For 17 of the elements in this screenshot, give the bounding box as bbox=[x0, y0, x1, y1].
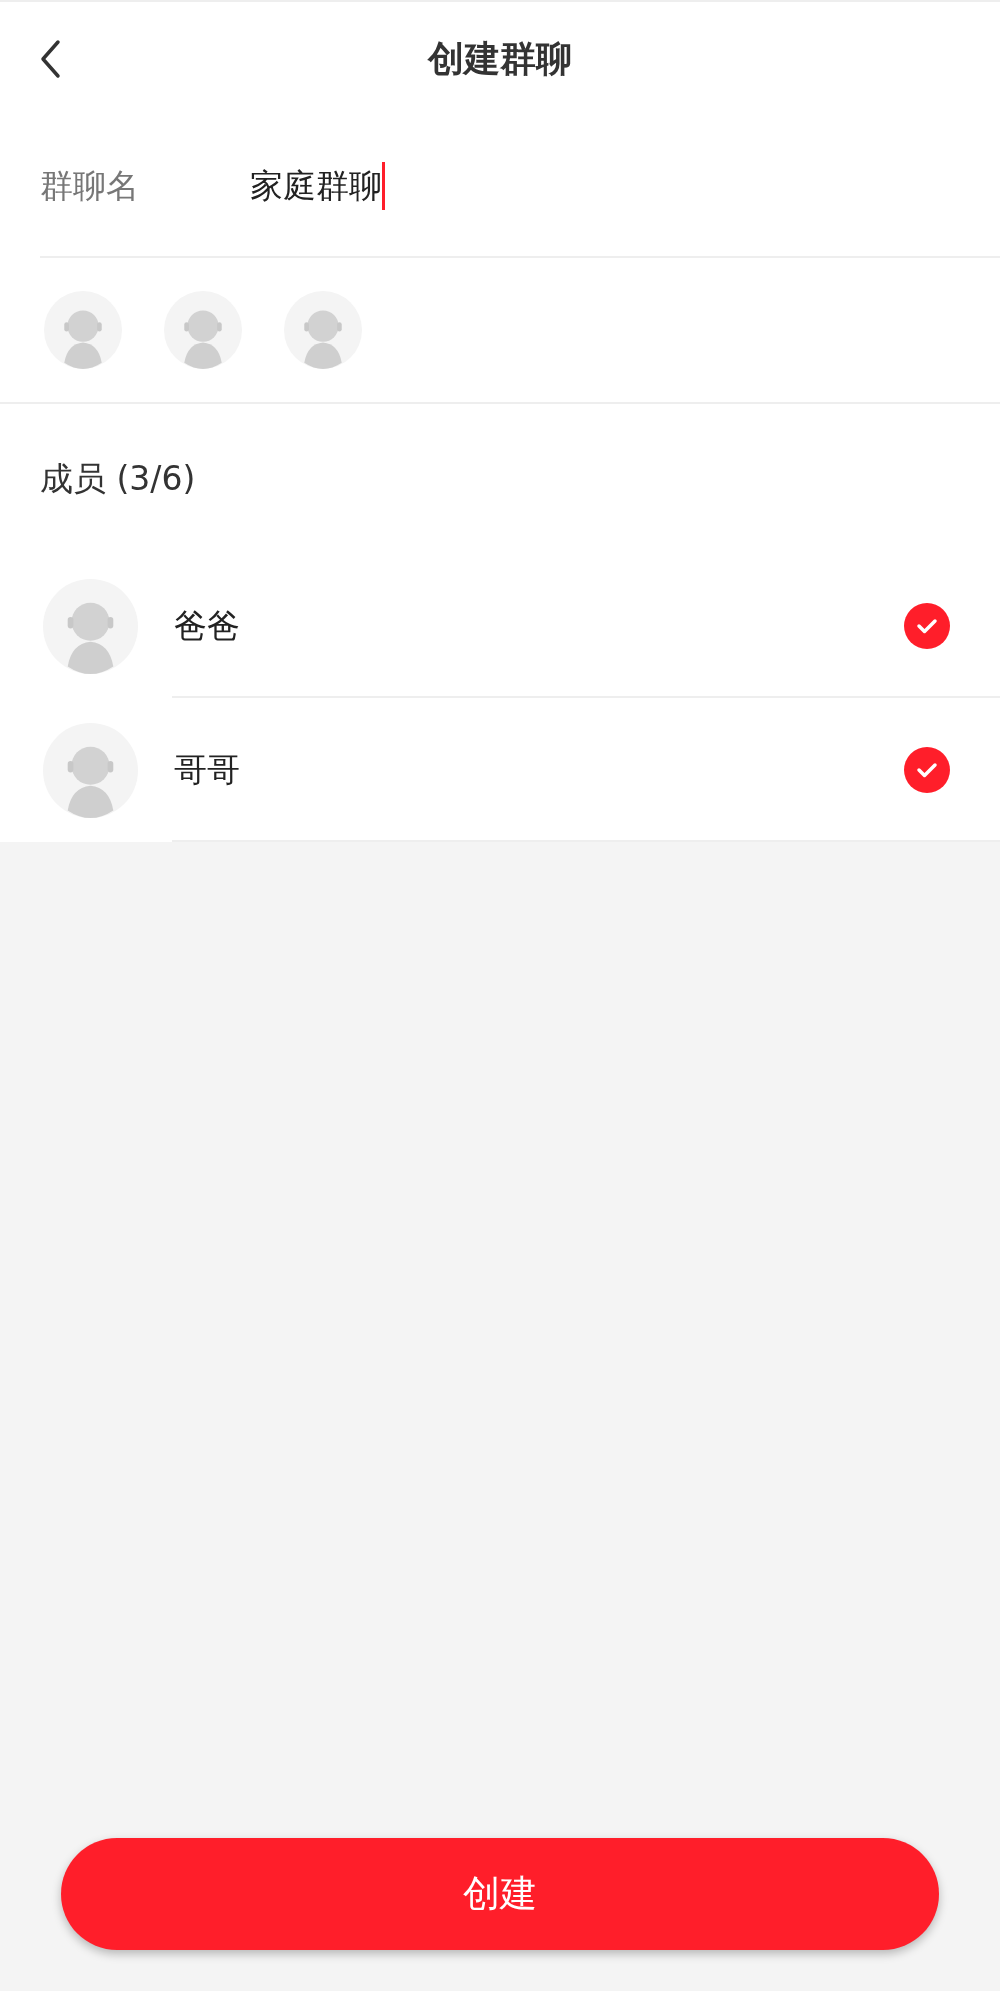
avatar-icon bbox=[164, 291, 242, 369]
back-icon bbox=[39, 39, 61, 79]
member-name: 哥哥 bbox=[174, 749, 241, 792]
member-name: 爸爸 bbox=[174, 605, 241, 648]
avatar-icon bbox=[44, 291, 122, 369]
avatar-icon bbox=[43, 578, 138, 674]
avatar-icon bbox=[284, 291, 362, 369]
avatar-icon bbox=[43, 722, 138, 818]
member-row[interactable]: 爸爸 bbox=[0, 554, 1000, 698]
page-title: 创建群聊 bbox=[428, 37, 572, 81]
input-field[interactable]: 家庭群聊 bbox=[250, 161, 385, 211]
checkmark-icon[interactable] bbox=[904, 747, 950, 793]
member-row[interactable]: 哥哥 bbox=[0, 698, 1000, 842]
group-name-label: 群聊名 bbox=[40, 165, 140, 208]
members-heading: 成员 (3/6) bbox=[40, 458, 196, 501]
create-button[interactable]: 创建 bbox=[61, 1838, 939, 1950]
checkmark-icon[interactable] bbox=[904, 603, 950, 649]
